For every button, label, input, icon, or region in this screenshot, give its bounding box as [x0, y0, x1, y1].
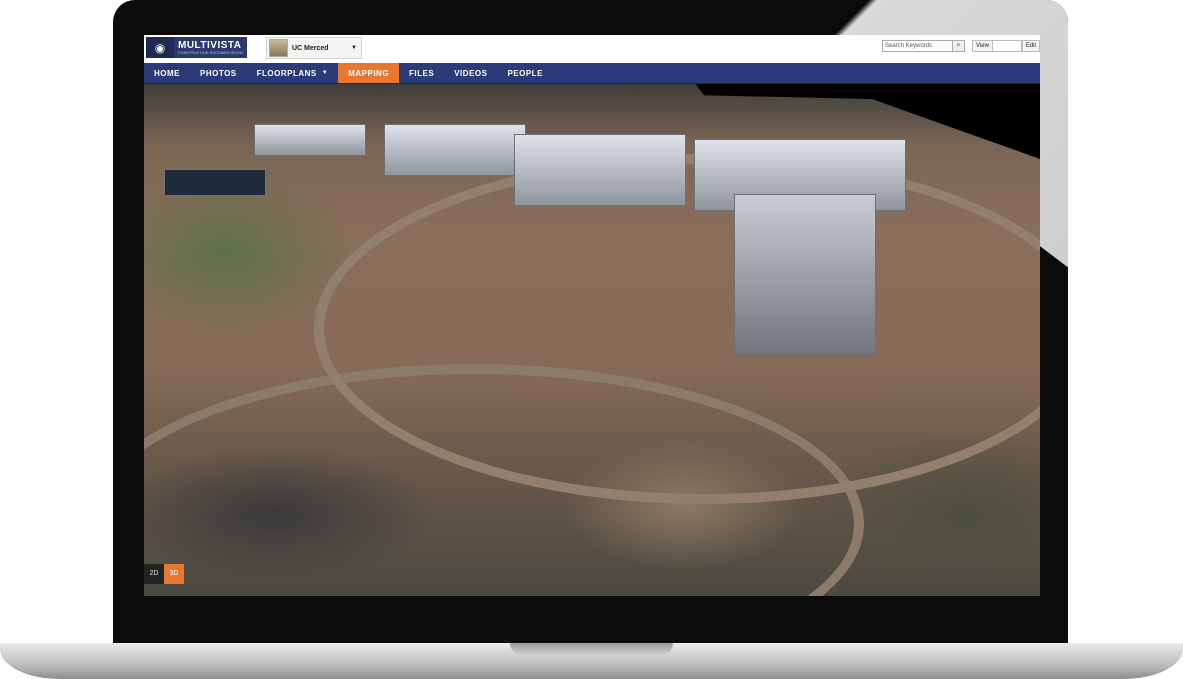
nav-floorplans-label: FLOORPLANS — [256, 68, 317, 78]
nav-floorplans[interactable]: FLOORPLANS ▼ — [247, 63, 339, 83]
view-input[interactable] — [992, 40, 1022, 52]
building — [514, 134, 686, 206]
chevron-down-icon: ▼ — [321, 70, 329, 76]
building — [254, 124, 366, 156]
brand-name: MULTIVISTA — [178, 39, 242, 51]
nav-people[interactable]: PEOPLE — [497, 63, 552, 83]
search-input[interactable]: Search Keywords — [882, 40, 954, 52]
chevron-down-icon: ▼ — [351, 45, 357, 51]
camera-icon: ◉ — [146, 37, 174, 58]
project-name: UC Merced — [292, 44, 329, 52]
view-button[interactable]: View — [972, 40, 993, 52]
map-3d-view[interactable]: 2D 3D — [144, 84, 1040, 596]
nav-home[interactable]: HOME — [144, 63, 190, 83]
app-screen: ◉ MULTIVISTA CONSTRUCTION DOCUMENTATION … — [144, 35, 1040, 596]
nav-photos-label: PHOTOS — [200, 68, 237, 78]
project-selector[interactable]: UC Merced ▼ — [266, 37, 362, 59]
building — [384, 124, 526, 176]
brand-tagline: CONSTRUCTION DOCUMENTATION — [178, 50, 243, 55]
building — [164, 169, 266, 196]
brand-logo[interactable]: ◉ MULTIVISTA CONSTRUCTION DOCUMENTATION — [146, 37, 247, 58]
nav-files-label: FILES — [409, 68, 435, 78]
nav-photos[interactable]: PHOTOS — [190, 63, 247, 83]
mode-3d-button[interactable]: 3D — [164, 564, 184, 584]
search-icon[interactable]: ⌕ — [952, 40, 965, 52]
nav-files[interactable]: FILES — [399, 63, 444, 83]
building — [734, 194, 876, 356]
top-bar: ◉ MULTIVISTA CONSTRUCTION DOCUMENTATION … — [144, 35, 1040, 63]
nav-mapping[interactable]: MAPPING — [338, 63, 400, 83]
mode-2d-button[interactable]: 2D — [144, 564, 164, 584]
brand-text: MULTIVISTA CONSTRUCTION DOCUMENTATION — [174, 40, 243, 56]
nav-home-label: HOME — [154, 68, 180, 78]
map-mode-toggle: 2D 3D — [144, 564, 184, 584]
edit-button[interactable]: Edit — [1022, 40, 1040, 52]
laptop-notch — [510, 643, 673, 655]
nav-videos[interactable]: VIDEOS — [444, 63, 497, 83]
nav-people-label: PEOPLE — [507, 68, 543, 78]
nav-videos-label: VIDEOS — [454, 68, 488, 78]
project-thumbnail — [269, 39, 288, 57]
main-nav: HOME PHOTOS FLOORPLANS ▼ MAPPING FILES VI… — [144, 63, 1040, 84]
nav-mapping-label: MAPPING — [348, 68, 390, 78]
